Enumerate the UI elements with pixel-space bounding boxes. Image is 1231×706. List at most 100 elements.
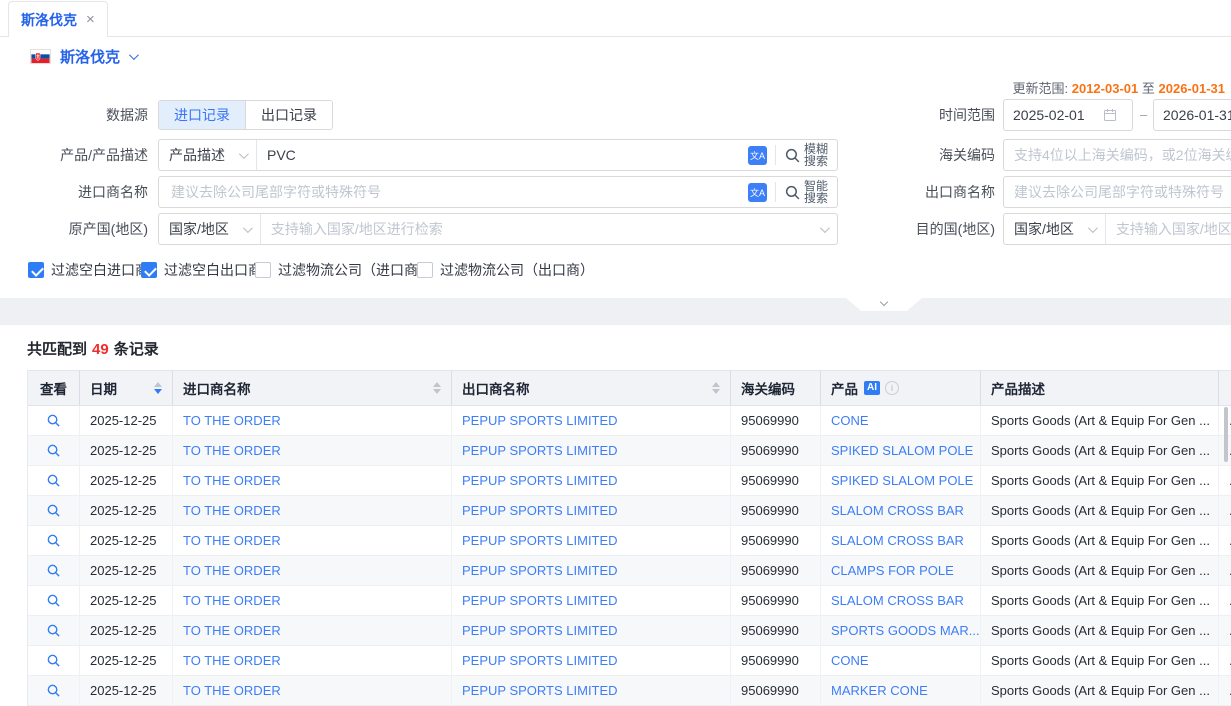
- checkbox-filter-logistics-importer[interactable]: 过滤物流公司（进口商）: [255, 260, 432, 280]
- info-icon[interactable]: i: [885, 381, 899, 395]
- destination-field: 国家/地区: [1003, 213, 1231, 245]
- view-record-button[interactable]: [28, 676, 80, 705]
- importer-input[interactable]: [159, 184, 739, 200]
- checkbox-icon: [141, 262, 157, 278]
- checkbox-filter-logistics-exporter[interactable]: 过滤物流公司（出口商）: [417, 260, 594, 280]
- checkbox-filter-blank-importer[interactable]: 过滤空白进口商: [28, 260, 149, 280]
- view-record-button[interactable]: [28, 556, 80, 585]
- col-description: 产品描述: [981, 371, 1219, 405]
- exporter-input[interactable]: [1014, 184, 1231, 200]
- translate-icon[interactable]: 文A: [748, 146, 767, 165]
- cell-date: 2025-12-25: [80, 496, 173, 525]
- exporter-link[interactable]: PEPUP SPORTS LIMITED: [452, 436, 731, 465]
- importer-label: 进口商名称: [0, 176, 148, 208]
- tab-export-records[interactable]: 出口记录: [245, 101, 332, 129]
- chevron-down-icon[interactable]: [129, 50, 139, 60]
- importer-link[interactable]: TO THE ORDER: [173, 586, 452, 615]
- search-icon: [46, 563, 61, 578]
- importer-link[interactable]: TO THE ORDER: [173, 646, 452, 675]
- sort-date[interactable]: [146, 382, 162, 394]
- exporter-field[interactable]: [1003, 176, 1231, 208]
- product-link[interactable]: SLALOM CROSS BAR: [821, 526, 981, 555]
- importer-link[interactable]: TO THE ORDER: [173, 496, 452, 525]
- row-datasource: 数据源 进口记录 出口记录 时间范围 –: [0, 99, 1231, 131]
- view-record-button[interactable]: [28, 496, 80, 525]
- tab-slovakia[interactable]: 斯洛伐克 ×: [8, 1, 108, 37]
- smart-search-button[interactable]: 智能搜索: [784, 180, 828, 204]
- cell-extra: ...: [1219, 466, 1231, 495]
- importer-link[interactable]: TO THE ORDER: [173, 616, 452, 645]
- exporter-link[interactable]: PEPUP SPORTS LIMITED: [452, 586, 731, 615]
- product-link[interactable]: SPIKED SLALOM POLE: [821, 436, 981, 465]
- row-checkboxes: 过滤空白进口商 过滤空白出口商 过滤物流公司（进口商） 过滤物流公司（出口商）: [0, 260, 1231, 282]
- product-link[interactable]: CONE: [821, 646, 981, 675]
- destination-input[interactable]: [1106, 221, 1231, 237]
- view-record-button[interactable]: [28, 646, 80, 675]
- country-name[interactable]: 斯洛伐克: [60, 46, 120, 67]
- exporter-link[interactable]: PEPUP SPORTS LIMITED: [452, 676, 731, 705]
- view-record-button[interactable]: [28, 436, 80, 465]
- cell-hscode: 95069990: [731, 466, 821, 495]
- scrollbar-thumb[interactable]: [1224, 407, 1228, 462]
- search-icon: [46, 443, 61, 458]
- cell-extra: ...: [1219, 526, 1231, 555]
- fuzzy-search-button[interactable]: 模糊搜索: [784, 143, 828, 167]
- cell-hscode: 95069990: [731, 616, 821, 645]
- close-icon[interactable]: ×: [86, 12, 95, 27]
- product-link[interactable]: SLALOM CROSS BAR: [821, 586, 981, 615]
- importer-link[interactable]: TO THE ORDER: [173, 526, 452, 555]
- product-link[interactable]: SLALOM CROSS BAR: [821, 496, 981, 525]
- country-bar: 斯洛伐克: [0, 37, 1231, 76]
- importer-link[interactable]: TO THE ORDER: [173, 436, 452, 465]
- exporter-link[interactable]: PEPUP SPORTS LIMITED: [452, 616, 731, 645]
- cell-date: 2025-12-25: [80, 646, 173, 675]
- col-product: 产品 AI i: [821, 371, 981, 405]
- product-link[interactable]: CLAMPS FOR POLE: [821, 556, 981, 585]
- tab-import-records[interactable]: 进口记录: [159, 101, 245, 129]
- view-record-button[interactable]: [28, 586, 80, 615]
- origin-label: 原产国(地区): [0, 213, 148, 245]
- checkbox-filter-blank-exporter[interactable]: 过滤空白出口商: [141, 260, 262, 280]
- hscode-field[interactable]: [1003, 139, 1231, 171]
- origin-type-select[interactable]: 国家/地区: [159, 214, 261, 244]
- importer-link[interactable]: TO THE ORDER: [173, 466, 452, 495]
- origin-input[interactable]: [261, 221, 816, 237]
- exporter-link[interactable]: PEPUP SPORTS LIMITED: [452, 466, 731, 495]
- exporter-link[interactable]: PEPUP SPORTS LIMITED: [452, 556, 731, 585]
- product-link[interactable]: SPORTS GOODS MAR...: [821, 616, 981, 645]
- view-record-button[interactable]: [28, 466, 80, 495]
- col-extra: [1219, 371, 1231, 405]
- importer-link[interactable]: TO THE ORDER: [173, 676, 452, 705]
- date-end-field[interactable]: [1153, 99, 1231, 131]
- sort-importer[interactable]: [425, 382, 441, 394]
- product-link[interactable]: SPIKED SLALOM POLE: [821, 466, 981, 495]
- view-record-button[interactable]: [28, 406, 80, 435]
- date-end-input[interactable]: [1163, 107, 1231, 123]
- date-start-input[interactable]: [1013, 107, 1097, 123]
- product-type-select[interactable]: 产品描述: [159, 140, 257, 170]
- exporter-link[interactable]: PEPUP SPORTS LIMITED: [452, 646, 731, 675]
- view-record-button[interactable]: [28, 616, 80, 645]
- destination-type-select[interactable]: 国家/地区: [1004, 214, 1106, 244]
- chevron-down-icon: [239, 149, 249, 159]
- exporter-label: 出口商名称: [850, 176, 995, 208]
- view-record-button[interactable]: [28, 526, 80, 555]
- product-link[interactable]: CONE: [821, 406, 981, 435]
- date-start-field[interactable]: [1003, 99, 1133, 131]
- cell-hscode: 95069990: [731, 586, 821, 615]
- exporter-link[interactable]: PEPUP SPORTS LIMITED: [452, 406, 731, 435]
- search-icon: [784, 147, 801, 164]
- exporter-link[interactable]: PEPUP SPORTS LIMITED: [452, 496, 731, 525]
- table-body: 2025-12-25 TO THE ORDER PEPUP SPORTS LIM…: [28, 406, 1231, 706]
- importer-link[interactable]: TO THE ORDER: [173, 556, 452, 585]
- hscode-input[interactable]: [1014, 147, 1231, 163]
- sort-exporter[interactable]: [704, 382, 720, 394]
- product-input[interactable]: [257, 147, 739, 163]
- product-link[interactable]: MARKER CONE: [821, 676, 981, 705]
- exporter-link[interactable]: PEPUP SPORTS LIMITED: [452, 526, 731, 555]
- chevron-down-icon[interactable]: [820, 223, 830, 233]
- translate-icon[interactable]: 文A: [748, 183, 767, 202]
- importer-actions: 文A 智能搜索: [739, 177, 837, 207]
- search-icon: [784, 184, 801, 201]
- importer-link[interactable]: TO THE ORDER: [173, 406, 452, 435]
